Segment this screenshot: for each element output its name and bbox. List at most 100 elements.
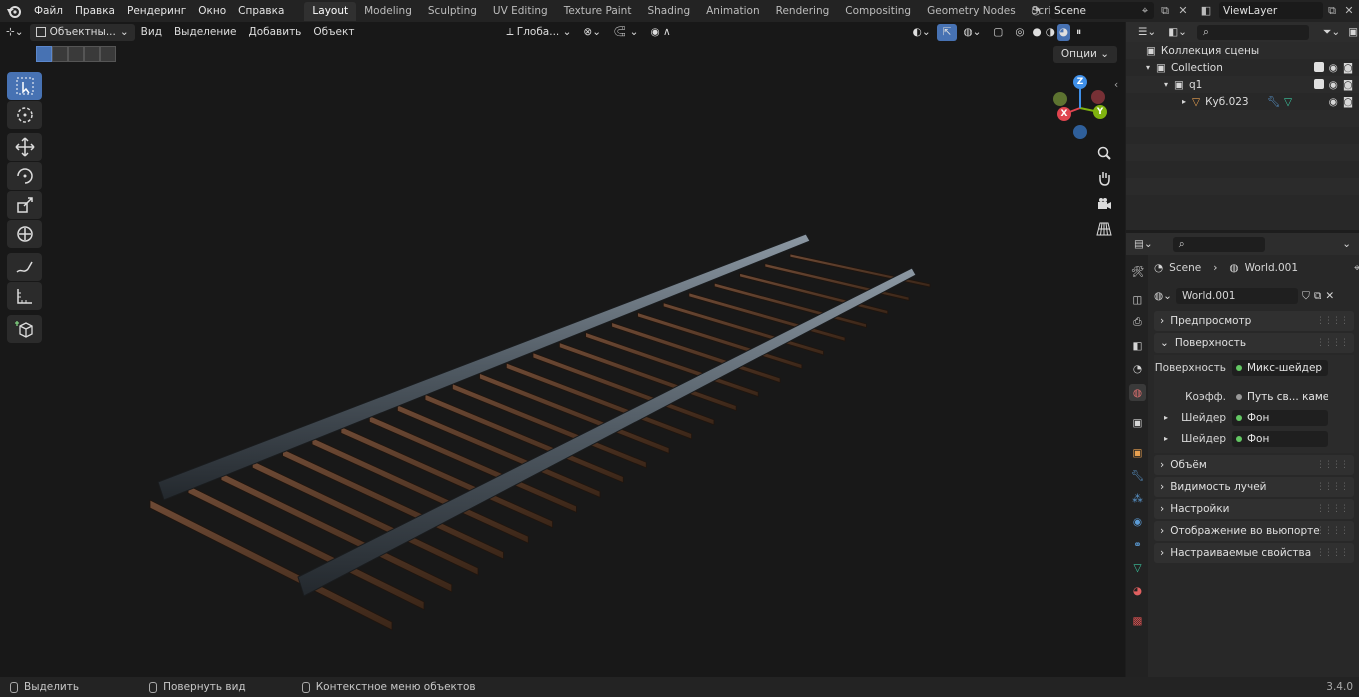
display-mode-icon[interactable]: ◧⌄ (1168, 26, 1187, 38)
tab-shading[interactable]: Shading (639, 2, 698, 21)
eye-icon[interactable]: ◉ (1329, 96, 1338, 108)
drag-grip-icon[interactable]: ⋮⋮⋮⋮ (1316, 460, 1349, 470)
gizmo-neg-z-axis[interactable] (1073, 125, 1087, 139)
menu-edit[interactable]: Правка (69, 0, 121, 22)
panel-viewport-display[interactable]: › Отображение во вьюпорте ⋮⋮⋮⋮ (1154, 521, 1354, 541)
panel-preview[interactable]: › Предпросмотр ⋮⋮⋮⋮ (1154, 311, 1354, 331)
properties-editor-icon[interactable]: ▤⌄ (1134, 238, 1153, 250)
drag-grip-icon[interactable]: ⋮⋮⋮⋮ (1316, 504, 1349, 514)
camera-render-icon[interactable]: ◙ (1343, 79, 1353, 91)
scene-selector-icon[interactable]: ◔ (1028, 3, 1044, 19)
transform-tool[interactable] (7, 220, 42, 248)
panel-surface[interactable]: ⌄ Поверхность ⋮⋮⋮⋮ (1154, 333, 1354, 353)
tool-tab-icon[interactable]: 🛠︎ (1129, 263, 1146, 280)
options-dropdown[interactable]: Опции ⌄ (1052, 46, 1117, 63)
transform-orientation-dropdown[interactable]: ⟂ Глоба... ⌄ (500, 24, 577, 41)
new-view-layer-icon[interactable]: ⧉ (1324, 3, 1340, 19)
mesh-data-icon[interactable]: ▽ (1284, 96, 1292, 108)
duplicate-world-icon[interactable]: ⧉ (1314, 290, 1322, 303)
gizmo-neg-y-axis[interactable] (1053, 92, 1067, 106)
snap-icon[interactable]: 🧲︎ ⌄ (607, 24, 644, 41)
list-item[interactable]: ▣ Коллекция сцены (1126, 42, 1359, 59)
expand-arrow-icon[interactable]: ▸ (1164, 434, 1168, 443)
texture-tab-icon[interactable]: ▩ (1129, 612, 1146, 629)
view-layer-field[interactable]: ViewLayer (1219, 2, 1323, 19)
menu-file[interactable]: Файл (28, 0, 69, 22)
expand-arrow-icon[interactable]: ▾ (1146, 63, 1150, 72)
list-item[interactable]: ▾ ▣ Collection ◉ ◙ (1126, 59, 1359, 76)
select-new-icon[interactable] (36, 46, 52, 62)
3d-viewport[interactable]: ⊹⌄ Объектны... ⌄ Вид Выделение Добавить … (0, 22, 1125, 677)
tab-modeling[interactable]: Modeling (356, 2, 420, 21)
camera-icon[interactable] (1094, 194, 1114, 214)
surface-shader-selector[interactable]: Микс-шейдер (1232, 359, 1328, 376)
perspective-grid-icon[interactable] (1094, 219, 1114, 239)
physics-tab-icon[interactable]: ◉ (1129, 513, 1146, 530)
properties-options-icon[interactable]: ⌄ (1342, 238, 1351, 250)
modifier-tab-icon[interactable]: 🔧︎ (1129, 467, 1146, 484)
factor-input-selector[interactable]: Путь св... камеры (1232, 389, 1328, 405)
world-browse-icon[interactable]: ◍⌄ (1154, 290, 1172, 302)
proportional-edit-icon[interactable]: ◉ ∧ (644, 24, 676, 41)
fake-user-shield-icon[interactable]: ⛉ (1302, 290, 1310, 303)
cursor-tool[interactable] (7, 101, 42, 129)
blender-logo-icon[interactable] (0, 0, 28, 22)
filter-icon[interactable]: ⏷⌄ (1323, 26, 1340, 39)
drag-grip-icon[interactable]: ⋮⋮⋮⋮ (1316, 316, 1349, 326)
list-item[interactable]: ▸ ▽ Куб.023 🔧︎ ▽ ◉ ◙ (1126, 93, 1359, 110)
tab-sculpting[interactable]: Sculpting (420, 2, 485, 21)
rotate-tool[interactable] (7, 162, 42, 190)
list-item[interactable]: ▾ ▣ q1 ◉ ◙ (1126, 76, 1359, 93)
expand-arrow-icon[interactable]: ▾ (1164, 80, 1168, 89)
tab-geometry-nodes[interactable]: Geometry Nodes (919, 2, 1024, 21)
data-tab-icon[interactable]: ▽ (1129, 559, 1146, 576)
editor-type-icon[interactable]: ⊹⌄ (0, 24, 30, 41)
sidebar-toggle-icon[interactable]: ‹ (1114, 79, 1118, 91)
modifier-wrench-icon[interactable]: 🔧︎ (1267, 95, 1280, 108)
visibility-icon[interactable]: ◐⌄ (907, 24, 937, 41)
zoom-icon[interactable] (1094, 143, 1114, 163)
drag-grip-icon[interactable]: ⋮⋮⋮⋮ (1316, 548, 1349, 558)
panel-settings[interactable]: › Настройки ⋮⋮⋮⋮ (1154, 499, 1354, 519)
delete-view-layer-icon[interactable]: ✕ (1341, 3, 1357, 19)
shading-material-icon[interactable]: ◑ (1044, 24, 1057, 41)
tab-uv-editing[interactable]: UV Editing (485, 2, 556, 21)
shader-selector[interactable]: Фон (1232, 409, 1328, 426)
tab-animation[interactable]: Animation (698, 2, 768, 21)
shading-wireframe-icon[interactable]: ◎ (1009, 24, 1030, 41)
properties-search-input[interactable]: ⌕ (1172, 236, 1265, 252)
select-box-tool[interactable] (7, 72, 42, 100)
world-tab-icon[interactable]: ◍ (1129, 384, 1146, 401)
scene-tab-icon[interactable]: ◔ (1129, 360, 1146, 377)
new-scene-icon[interactable]: ⧉ (1157, 3, 1173, 19)
delete-scene-icon[interactable]: ✕ (1175, 3, 1191, 19)
annotate-tool[interactable] (7, 253, 42, 281)
expand-arrow-icon[interactable]: ▸ (1182, 97, 1186, 106)
pan-hand-icon[interactable] (1094, 168, 1114, 188)
navigation-gizmo[interactable]: X Y Z (1050, 74, 1110, 139)
shading-rendered-icon[interactable]: ◕ (1056, 23, 1071, 41)
drag-grip-icon[interactable]: ⋮⋮⋮⋮ (1316, 526, 1349, 536)
include-checkbox[interactable] (1313, 61, 1324, 72)
pause-render-icon[interactable]: ⏸ (1070, 24, 1087, 41)
menu-add[interactable]: Добавить (243, 24, 308, 41)
include-checkbox[interactable] (1313, 78, 1324, 89)
xray-icon[interactable]: ▢ (987, 24, 1009, 41)
pivot-point-icon[interactable]: ⊗⌄ (577, 24, 607, 41)
menu-help[interactable]: Справка (232, 0, 290, 22)
tab-compositing[interactable]: Compositing (837, 2, 919, 21)
panel-ray-visibility[interactable]: › Видимость лучей ⋮⋮⋮⋮ (1154, 477, 1354, 497)
eye-icon[interactable]: ◉ (1329, 62, 1338, 74)
render-tab-icon[interactable]: ◫ (1129, 291, 1146, 308)
object-tab-icon[interactable]: ▣ (1129, 444, 1146, 461)
camera-render-icon[interactable]: ◙ (1343, 62, 1353, 74)
collection-tab-icon[interactable]: ▣ (1129, 414, 1146, 431)
camera-render-icon[interactable]: ◙ (1343, 96, 1353, 108)
constraints-tab-icon[interactable]: ⚭ (1129, 536, 1146, 553)
outliner-editor-icon[interactable]: ☰⌄ (1138, 26, 1156, 38)
gizmo-neg-x-axis[interactable] (1091, 90, 1105, 104)
scale-tool[interactable] (7, 191, 42, 219)
overlay-icon[interactable]: ◍⌄ (957, 24, 987, 41)
new-collection-icon[interactable]: ▣ (1348, 26, 1358, 38)
panel-custom-properties[interactable]: › Настраиваемые свойства ⋮⋮⋮⋮ (1154, 543, 1354, 563)
